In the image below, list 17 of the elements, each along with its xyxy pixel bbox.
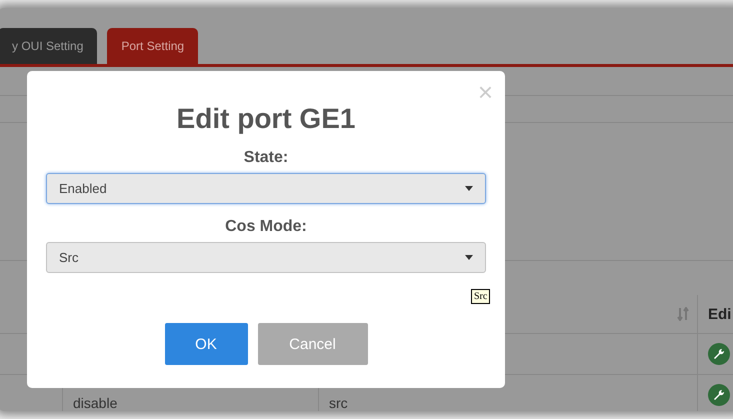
wrench-icon[interactable] [708,384,730,406]
select-field[interactable]: Src [46,242,486,273]
caret-icon [465,186,473,191]
field-label: Cos Mode: [225,218,307,236]
select-field[interactable]: Enabled [46,173,486,204]
wrench-icon[interactable] [708,343,730,365]
ok-button[interactable]: OK [164,323,248,365]
field-label: State: [244,149,288,167]
tooltip: Src [471,289,490,304]
caret-icon [465,255,473,260]
dialog-title: Edit port GE1 [176,103,356,135]
tab[interactable]: Port Setting [107,28,198,64]
column-header: Edi [708,306,732,322]
table-cell: disable [73,395,118,411]
table-cell: src [329,395,348,411]
tab[interactable]: y OUI Setting [0,28,98,64]
cancel-button[interactable]: Cancel [258,323,368,365]
